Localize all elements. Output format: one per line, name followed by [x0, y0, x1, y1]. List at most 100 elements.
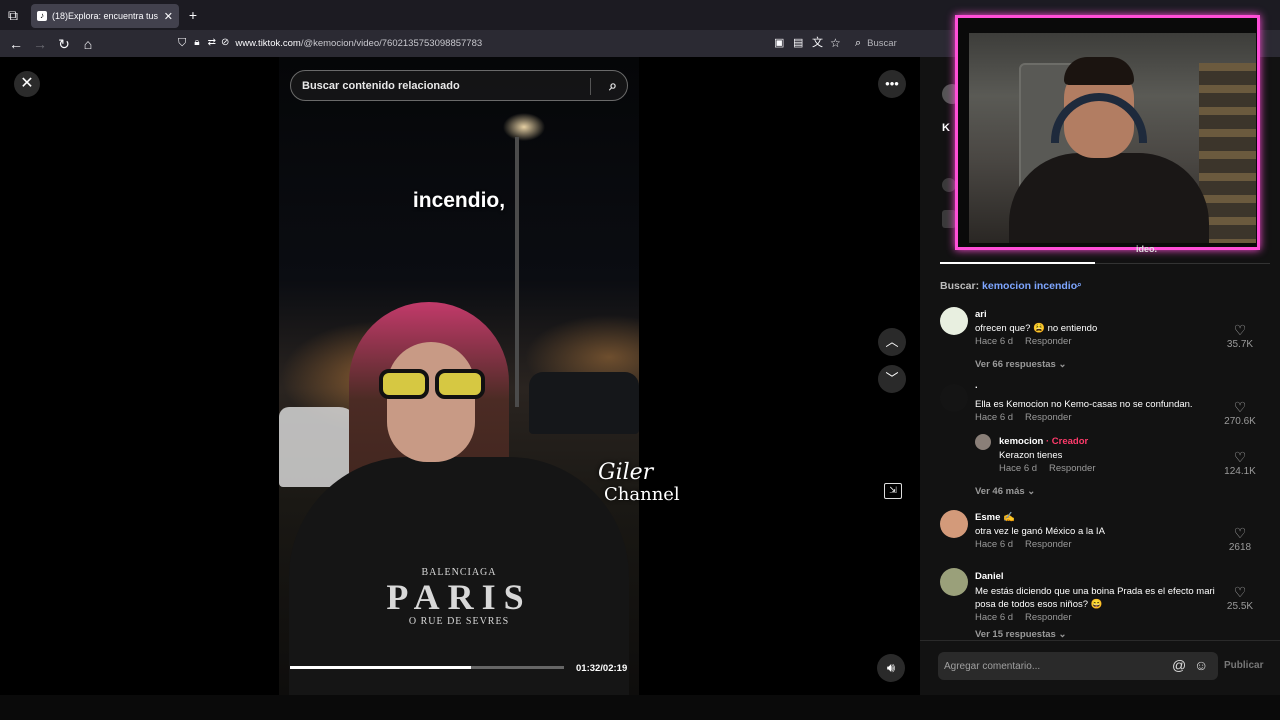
like-count: 270.6K	[1224, 416, 1256, 427]
view-more-button[interactable]: Ver 46 más ⌄	[975, 486, 1035, 497]
video-progress-bar[interactable]	[290, 666, 564, 669]
search-icon: ⌕	[855, 37, 862, 49]
search-icon[interactable]: ⌕	[609, 77, 617, 94]
lens-right	[435, 369, 485, 399]
home-icon[interactable]: ⌂	[81, 37, 95, 51]
comment-input[interactable]	[944, 657, 1164, 675]
picture-in-picture-icon[interactable]: ▣	[774, 36, 784, 50]
like-count: 25.5K	[1226, 601, 1254, 612]
translate-icon[interactable]: 文	[812, 36, 823, 50]
chevron-up-icon: ︿	[885, 334, 899, 349]
comment-meta: Hace 6 d Responder	[975, 336, 1084, 347]
forward-icon[interactable]: →	[33, 37, 47, 51]
like-button[interactable]: ♡ 2618	[1220, 526, 1260, 553]
picture-in-picture-button[interactable]: ⇲	[884, 483, 902, 499]
reply-button[interactable]: Responder	[1025, 539, 1071, 550]
comment-meta: Hace 6 d Responder	[975, 612, 1084, 623]
view-replies-button[interactable]: Ver 15 respuestas ⌄	[975, 629, 1066, 640]
browser-tab[interactable]: ♪ (18)Explora: encuentra tus vide ✕	[31, 4, 179, 28]
like-button[interactable]: ♡ 35.7K	[1220, 323, 1260, 350]
shirt-print: BALENCIAGA PARIS O RUE DE SEVRES	[379, 567, 539, 627]
reply-button[interactable]: Responder	[1025, 336, 1071, 347]
view-replies-button[interactable]: Ver 66 respuestas ⌄	[975, 359, 1066, 370]
like-button[interactable]: ♡ 124.1K	[1220, 450, 1260, 477]
comment-text: Ella es Kemocion no Kemo-casas no se con…	[975, 399, 1193, 410]
like-count-icon[interactable]	[942, 178, 956, 192]
volume-icon: 🔊︎	[886, 660, 896, 675]
next-video-button[interactable]: ﹀	[878, 365, 906, 393]
webcam-scene-hair	[1064, 57, 1134, 85]
tracking-icon[interactable]: ⊘	[221, 36, 229, 50]
comment-user[interactable]: Esme ✍	[975, 512, 1015, 523]
volume-button[interactable]: 🔊︎	[877, 654, 905, 682]
previous-video-button[interactable]: ︿	[878, 328, 906, 356]
comment-time: Hace 6 d	[975, 336, 1014, 347]
publish-button[interactable]: Publicar	[1224, 660, 1263, 671]
comment-input-wrapper[interactable]: @ ☺	[938, 652, 1218, 680]
comment-text: otra vez le ganó México a la IA	[975, 526, 1105, 537]
reply-user[interactable]: kemocion · Creador	[999, 436, 1088, 447]
webcam-feed	[969, 33, 1256, 243]
like-count: 2618	[1228, 542, 1252, 553]
tab-list-icon[interactable]: ⧉	[6, 8, 20, 22]
comment-text: Me estás diciendo que una boina Prada es…	[975, 586, 1215, 610]
heart-icon: ♡	[1233, 399, 1247, 415]
reply-button[interactable]: Responder	[1025, 612, 1071, 623]
comment-time: Hace 6 d	[975, 612, 1014, 623]
search-icon: ⌕	[1077, 280, 1082, 289]
permissions-icon[interactable]: ⇄	[208, 36, 216, 50]
author-initial: K	[942, 122, 950, 134]
reply-button[interactable]: Responder	[1049, 463, 1095, 474]
reload-icon[interactable]: ↻	[57, 37, 71, 51]
video-scene-car-right	[529, 372, 639, 434]
back-icon[interactable]: ←	[9, 37, 23, 51]
video-progress-fill	[290, 666, 471, 669]
comment-text: Kerazon tienes	[999, 450, 1063, 461]
video-player[interactable]: BALENCIAGA PARIS O RUE DE SEVRES incendi…	[279, 57, 639, 695]
creator-badge: · Creador	[1046, 436, 1089, 447]
reply-username: kemocion	[999, 436, 1044, 447]
shield-icon[interactable]: ⛉	[178, 36, 186, 50]
comment-user[interactable]: .	[975, 380, 978, 391]
comment-user[interactable]: ari	[975, 309, 987, 320]
close-tab-icon[interactable]: ✕	[164, 10, 173, 23]
related-content-search[interactable]: Buscar contenido relacionado ⌕	[290, 70, 628, 101]
tab-title: (18)Explora: encuentra tus vide	[52, 11, 159, 21]
url-path: /@kemocion/video/7602135753098857783	[300, 37, 483, 49]
mention-icon[interactable]: @	[1172, 657, 1186, 673]
browser-search-bar[interactable]: ⌕ Buscar	[855, 33, 955, 53]
url-domain: www.tiktok.com	[235, 37, 301, 49]
lock-icon[interactable]: 🔒︎	[194, 36, 199, 50]
close-icon: ✕	[20, 75, 34, 92]
more-options-button[interactable]: •••	[878, 70, 906, 98]
bottom-strip	[0, 695, 1280, 720]
video-scene-glasses	[379, 369, 489, 401]
avatar[interactable]	[940, 307, 968, 335]
address-bar[interactable]: ⛉ 🔒︎ ⇄ ⊘ www.tiktok.com/@kemocion/video/…	[178, 33, 878, 53]
reply-button[interactable]: Responder	[1025, 412, 1071, 423]
watermark-line2: Channel	[604, 484, 680, 505]
like-button[interactable]: ♡ 25.5K	[1220, 585, 1260, 612]
comment-user[interactable]: Daniel	[975, 571, 1004, 582]
new-tab-icon[interactable]: +	[186, 8, 200, 22]
avatar[interactable]	[975, 434, 991, 450]
watermark-line1: Giler	[598, 460, 654, 485]
avatar[interactable]	[940, 384, 968, 412]
active-tab-indicator	[940, 262, 1095, 264]
comment-time: Hace 6 d	[975, 539, 1014, 550]
avatar[interactable]	[940, 568, 968, 596]
emoji-icon[interactable]: ☺	[1194, 657, 1208, 673]
tiktok-icon: ♪	[37, 11, 47, 21]
shirt-line3: O RUE DE SEVRES	[408, 616, 510, 627]
share-icon[interactable]	[942, 210, 956, 228]
chevron-down-icon: ﹀	[885, 371, 899, 386]
reader-view-icon[interactable]: ▤	[793, 36, 803, 50]
like-button[interactable]: ♡ 270.6K	[1220, 400, 1260, 427]
pip-icon: ⇲	[889, 485, 897, 495]
browser-search-placeholder: Buscar	[867, 37, 897, 49]
related-search-row[interactable]: Buscar: kemocion incendio⌕	[940, 280, 1082, 292]
search-keyword[interactable]: kemocion incendio	[982, 280, 1077, 292]
bookmark-star-icon[interactable]: ☆	[830, 36, 841, 50]
avatar[interactable]	[940, 510, 968, 538]
close-video-button[interactable]: ✕	[14, 71, 40, 97]
